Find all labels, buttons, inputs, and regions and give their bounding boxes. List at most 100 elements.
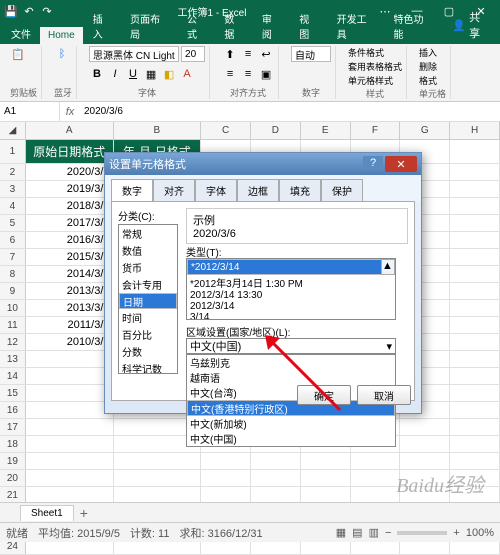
tab-review[interactable]: 审阅 <box>254 8 289 44</box>
redo-icon[interactable]: ↷ <box>40 4 54 18</box>
cell[interactable]: 2017/3/6 <box>26 215 114 231</box>
cell[interactable] <box>351 453 401 469</box>
row-header[interactable]: 18 <box>0 436 26 452</box>
view-break-icon[interactable]: ▥ <box>369 526 379 539</box>
cell[interactable] <box>26 453 114 469</box>
category-item[interactable]: 百分比 <box>119 326 177 343</box>
cell[interactable] <box>450 181 500 197</box>
share-button[interactable]: 👤共享 <box>442 6 500 44</box>
row-header[interactable]: 15 <box>0 385 26 401</box>
col-header-f[interactable]: F <box>351 122 401 139</box>
cell[interactable] <box>114 453 202 469</box>
type-item-selected[interactable]: *2012/3/14 <box>187 259 395 275</box>
cell[interactable] <box>450 385 500 401</box>
col-header-c[interactable]: C <box>201 122 251 139</box>
align-mid-button[interactable]: ≡ <box>240 46 256 62</box>
font-name-select[interactable]: 思源黑体 CN Light <box>89 46 179 62</box>
cell[interactable] <box>450 334 500 350</box>
cell-styles-button[interactable]: 单元格样式 <box>348 74 393 87</box>
category-item[interactable]: 时间 <box>119 309 177 326</box>
locale-option[interactable]: 乌兹别克 <box>187 355 395 370</box>
align-top-button[interactable]: ⬆ <box>222 46 238 62</box>
zoom-in-button[interactable]: + <box>453 527 459 539</box>
tab-pagelayout[interactable]: 页面布局 <box>122 8 177 44</box>
cell[interactable] <box>351 487 401 503</box>
type-item[interactable]: *2012年3月14日 1:30 PM <box>187 275 395 290</box>
cell[interactable] <box>450 300 500 316</box>
col-header-d[interactable]: D <box>251 122 301 139</box>
formula-input[interactable]: 2020/3/6 <box>80 106 500 117</box>
cell[interactable]: 2015/3/6 <box>26 249 114 265</box>
select-all-corner[interactable]: ◢ <box>0 122 26 139</box>
cancel-button[interactable]: 取消 <box>357 385 411 405</box>
row-header[interactable]: 9 <box>0 283 26 299</box>
undo-icon[interactable]: ↶ <box>22 4 36 18</box>
save-icon[interactable]: 💾 <box>4 4 18 18</box>
row-header[interactable]: 10 <box>0 300 26 316</box>
format-cells-button[interactable]: 格式 <box>419 74 437 87</box>
cell[interactable] <box>450 283 500 299</box>
type-scrollbar[interactable]: ▲ <box>381 259 395 275</box>
row-header[interactable]: 13 <box>0 351 26 367</box>
type-item[interactable]: 2012/3/14 13:30 <box>187 290 395 301</box>
fill-color-button[interactable]: ◧ <box>161 66 177 82</box>
cell[interactable] <box>450 351 500 367</box>
zoom-level[interactable]: 100% <box>466 527 494 539</box>
row-header[interactable]: 21 <box>0 487 26 503</box>
row-header[interactable]: 2 <box>0 164 26 180</box>
tab-insert[interactable]: 插入 <box>85 8 120 44</box>
border-button[interactable]: ▦ <box>143 66 159 82</box>
row-header[interactable]: 11 <box>0 317 26 333</box>
type-item[interactable]: 2012/3/14 <box>187 301 395 312</box>
row-header[interactable]: 4 <box>0 198 26 214</box>
cell[interactable] <box>450 215 500 231</box>
cell[interactable] <box>201 487 251 503</box>
category-item[interactable]: 分数 <box>119 343 177 360</box>
category-item[interactable]: 数值 <box>119 242 177 259</box>
row-header[interactable]: 3 <box>0 181 26 197</box>
col-header-a[interactable]: A <box>26 122 114 139</box>
cell[interactable] <box>450 266 500 282</box>
insert-cells-button[interactable]: 插入 <box>419 46 437 59</box>
cell[interactable] <box>301 453 351 469</box>
category-item[interactable]: 科学记数 <box>119 360 177 374</box>
table-format-button[interactable]: 套用表格格式 <box>348 60 402 73</box>
name-box[interactable]: A1 <box>0 102 60 121</box>
col-header-g[interactable]: G <box>400 122 450 139</box>
cell[interactable] <box>114 487 202 503</box>
cell[interactable]: 2013/3/6 <box>26 300 114 316</box>
align-left-button[interactable]: ≡ <box>222 66 238 82</box>
col-header-b[interactable]: B <box>114 122 202 139</box>
cell[interactable] <box>450 249 500 265</box>
view-page-icon[interactable]: ▤ <box>352 526 362 539</box>
cell[interactable] <box>450 164 500 180</box>
cell[interactable] <box>450 368 500 384</box>
row-header[interactable]: 16 <box>0 402 26 418</box>
wrap-button[interactable]: ↩ <box>258 46 274 62</box>
cell[interactable]: 2019/3/6 <box>26 181 114 197</box>
cell[interactable] <box>450 453 500 469</box>
dlg-tab-number[interactable]: 数字 <box>111 179 153 201</box>
paste-button[interactable]: 📋 <box>10 46 26 62</box>
tab-special[interactable]: 特色功能 <box>386 8 441 44</box>
add-sheet-button[interactable]: + <box>80 505 88 521</box>
cell[interactable] <box>26 385 114 401</box>
cell[interactable] <box>26 487 114 503</box>
font-color-button[interactable]: A <box>179 66 195 82</box>
cell[interactable] <box>450 317 500 333</box>
tab-developer[interactable]: 开发工具 <box>329 8 384 44</box>
row-header[interactable]: 8 <box>0 266 26 282</box>
ok-button[interactable]: 确定 <box>297 385 351 405</box>
cell[interactable] <box>26 368 114 384</box>
col-header-e[interactable]: E <box>301 122 351 139</box>
cell[interactable]: 2014/3/6 <box>26 266 114 282</box>
type-list[interactable]: *2012/3/14 *2012年3月14日 1:30 PM 2012/3/14… <box>186 258 396 320</box>
zoom-out-button[interactable]: − <box>385 527 391 539</box>
merge-button[interactable]: ▣ <box>258 66 274 82</box>
cell[interactable] <box>26 351 114 367</box>
cell[interactable] <box>400 419 450 435</box>
cell[interactable] <box>400 436 450 452</box>
type-item[interactable]: 3/14 <box>187 312 395 320</box>
dlg-tab-fill[interactable]: 填充 <box>279 179 321 201</box>
dialog-help-button[interactable]: ? <box>363 156 383 170</box>
